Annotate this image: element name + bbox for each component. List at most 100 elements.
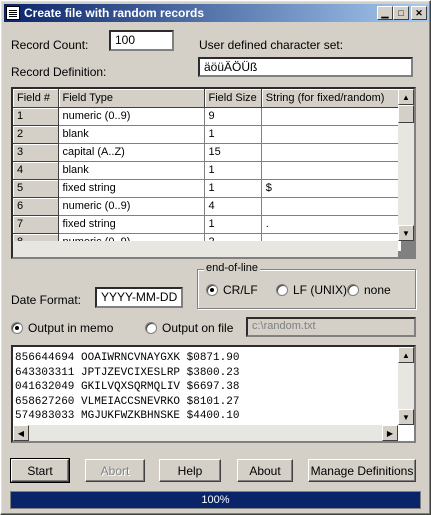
radio-unselected-icon xyxy=(145,322,157,334)
memo-line: 643303311 JPTJZEVCIXESLRP $3800.23 xyxy=(15,366,240,379)
field-type-cell[interactable]: fixed string xyxy=(58,179,205,198)
window-title: Create file with random records xyxy=(24,6,205,20)
window-controls: ▁ □ ✕ xyxy=(377,6,427,20)
app-icon xyxy=(6,6,20,20)
table-row[interactable]: 5 fixed string 1 $ xyxy=(13,179,402,198)
scroll-up-icon[interactable]: ▲ xyxy=(398,347,414,363)
abort-button[interactable]: Abort xyxy=(85,459,145,482)
field-size-cell[interactable]: 1 xyxy=(204,215,262,234)
radio-unselected-icon xyxy=(276,284,288,296)
field-num-cell[interactable]: 3 xyxy=(13,143,59,162)
radio-unselected-icon xyxy=(347,284,359,296)
output-memo[interactable]: 856644694 OOAIWRNCVNAYGXK $0871.90 643303… xyxy=(11,345,416,443)
eol-none-radio[interactable]: none xyxy=(347,283,391,297)
table-row[interactable]: 3 capital (A..Z) 15 xyxy=(13,143,402,162)
output-file-radio[interactable]: Output on file xyxy=(145,321,233,335)
field-type-cell[interactable]: blank xyxy=(58,125,205,144)
manage-definitions-button[interactable]: Manage Definitions xyxy=(308,459,416,482)
output-file-path-input[interactable]: c:\random.txt xyxy=(246,317,416,337)
field-size-cell[interactable]: 1 xyxy=(204,179,262,198)
field-size-cell[interactable]: 1 xyxy=(204,125,262,144)
charset-label: User defined character set: xyxy=(199,38,344,52)
main-window: Create file with random records ▁ □ ✕ Re… xyxy=(0,0,431,515)
string-cell[interactable] xyxy=(261,107,402,126)
field-type-cell[interactable]: fixed string xyxy=(58,215,205,234)
record-count-label: Record Count: xyxy=(11,38,89,52)
eol-lf-radio[interactable]: LF (UNIX) xyxy=(276,283,347,297)
grid-vertical-scrollbar[interactable]: ▲ ▼ xyxy=(398,89,414,241)
record-definition-label: Record Definition: xyxy=(11,65,107,79)
memo-line: 041632049 GKILVQXSQRMQLIV $6697.38 xyxy=(15,381,240,393)
field-num-cell[interactable]: 5 xyxy=(13,179,59,198)
scroll-up-icon[interactable]: ▲ xyxy=(398,89,414,105)
eol-crlf-label: CR/LF xyxy=(223,283,258,297)
table-row[interactable]: 2 blank 1 xyxy=(13,125,402,144)
record-count-input[interactable]: 100 xyxy=(109,30,174,51)
scroll-down-icon[interactable]: ▼ xyxy=(398,225,414,241)
table-row[interactable]: 6 numeric (0..9) 4 xyxy=(13,197,402,216)
string-cell[interactable] xyxy=(261,197,402,216)
help-label: Help xyxy=(177,463,203,478)
start-label: Start xyxy=(27,463,53,478)
field-size-cell[interactable]: 1 xyxy=(204,161,262,180)
about-label: About xyxy=(249,463,281,478)
scroll-left-icon[interactable]: ◀ xyxy=(13,425,29,441)
memo-line: 574983033 MGJUKFWZKBHNSKE $4400.10 xyxy=(15,410,240,422)
charset-input[interactable]: äöüÄÖÜß xyxy=(198,57,413,77)
field-num-cell[interactable]: 6 xyxy=(13,197,59,216)
scroll-thumb[interactable] xyxy=(398,105,414,123)
column-header-field-num[interactable]: Field # xyxy=(13,89,59,108)
memo-vertical-scrollbar[interactable]: ▲ ▼ xyxy=(398,347,414,425)
help-button[interactable]: Help xyxy=(159,459,221,482)
memo-content: 856644694 OOAIWRNCVNAYGXK $0871.90 643303… xyxy=(15,351,239,424)
field-size-cell[interactable]: 9 xyxy=(204,107,262,126)
table-row[interactable]: 4 blank 1 xyxy=(13,161,402,180)
string-cell[interactable]: . xyxy=(261,215,402,234)
field-size-cell[interactable]: 4 xyxy=(204,197,262,216)
close-icon[interactable]: ✕ xyxy=(411,6,427,20)
memo-line: 856644694 OOAIWRNCVNAYGXK $0871.90 xyxy=(15,352,240,364)
end-of-line-label: end-of-line xyxy=(204,262,260,274)
definition-table: Field # Field Type Field Size String (fo… xyxy=(13,89,402,252)
grid-horizontal-scrollbar[interactable] xyxy=(13,241,398,257)
abort-label: Abort xyxy=(100,463,130,478)
table-row[interactable]: 1 numeric (0..9) 9 xyxy=(13,107,402,126)
progress-text: 100% xyxy=(201,494,230,506)
minimize-icon[interactable]: ▁ xyxy=(377,6,393,20)
about-button[interactable]: About xyxy=(237,459,293,482)
string-cell[interactable] xyxy=(261,125,402,144)
field-num-cell[interactable]: 2 xyxy=(13,125,59,144)
string-cell[interactable] xyxy=(261,161,402,180)
field-type-cell[interactable]: numeric (0..9) xyxy=(58,107,205,126)
field-type-cell[interactable]: numeric (0..9) xyxy=(58,197,205,216)
eol-none-label: none xyxy=(364,283,391,297)
eol-crlf-radio[interactable]: CR/LF xyxy=(206,283,258,297)
output-memo-radio[interactable]: Output in memo xyxy=(11,321,113,335)
scroll-down-icon[interactable]: ▼ xyxy=(398,409,414,425)
table-row[interactable]: 7 fixed string 1. xyxy=(13,215,402,234)
radio-selected-icon xyxy=(11,322,23,334)
memo-horizontal-scrollbar[interactable]: ◀ ▶ xyxy=(13,425,398,441)
column-header-field-size[interactable]: Field Size xyxy=(204,89,262,108)
field-num-cell[interactable]: 7 xyxy=(13,215,59,234)
memo-line: 658627260 VLMEIACCSNEVRKO $8101.27 xyxy=(15,395,240,408)
field-num-cell[interactable]: 1 xyxy=(13,107,59,126)
field-type-cell[interactable]: blank xyxy=(58,161,205,180)
string-cell[interactable] xyxy=(261,143,402,162)
maximize-icon[interactable]: □ xyxy=(393,6,409,20)
progress-bar: 100% xyxy=(10,491,421,509)
column-header-field-type[interactable]: Field Type xyxy=(58,89,205,108)
radio-selected-icon xyxy=(206,284,218,296)
start-button[interactable]: Start xyxy=(10,458,70,483)
field-size-cell[interactable]: 15 xyxy=(204,143,262,162)
field-num-cell[interactable]: 4 xyxy=(13,161,59,180)
title-bar[interactable]: Create file with random records ▁ □ ✕ xyxy=(4,4,429,22)
column-header-string[interactable]: String (for fixed/random) xyxy=(261,89,402,108)
field-type-cell[interactable]: capital (A..Z) xyxy=(58,143,205,162)
output-file-label: Output on file xyxy=(162,321,234,335)
date-format-input[interactable]: YYYY-MM-DD xyxy=(95,287,183,308)
record-definition-grid[interactable]: Field # Field Type Field Size String (fo… xyxy=(11,87,416,259)
scroll-right-icon[interactable]: ▶ xyxy=(382,425,398,441)
string-cell[interactable]: $ xyxy=(261,179,402,198)
output-memo-label: Output in memo xyxy=(28,321,114,335)
